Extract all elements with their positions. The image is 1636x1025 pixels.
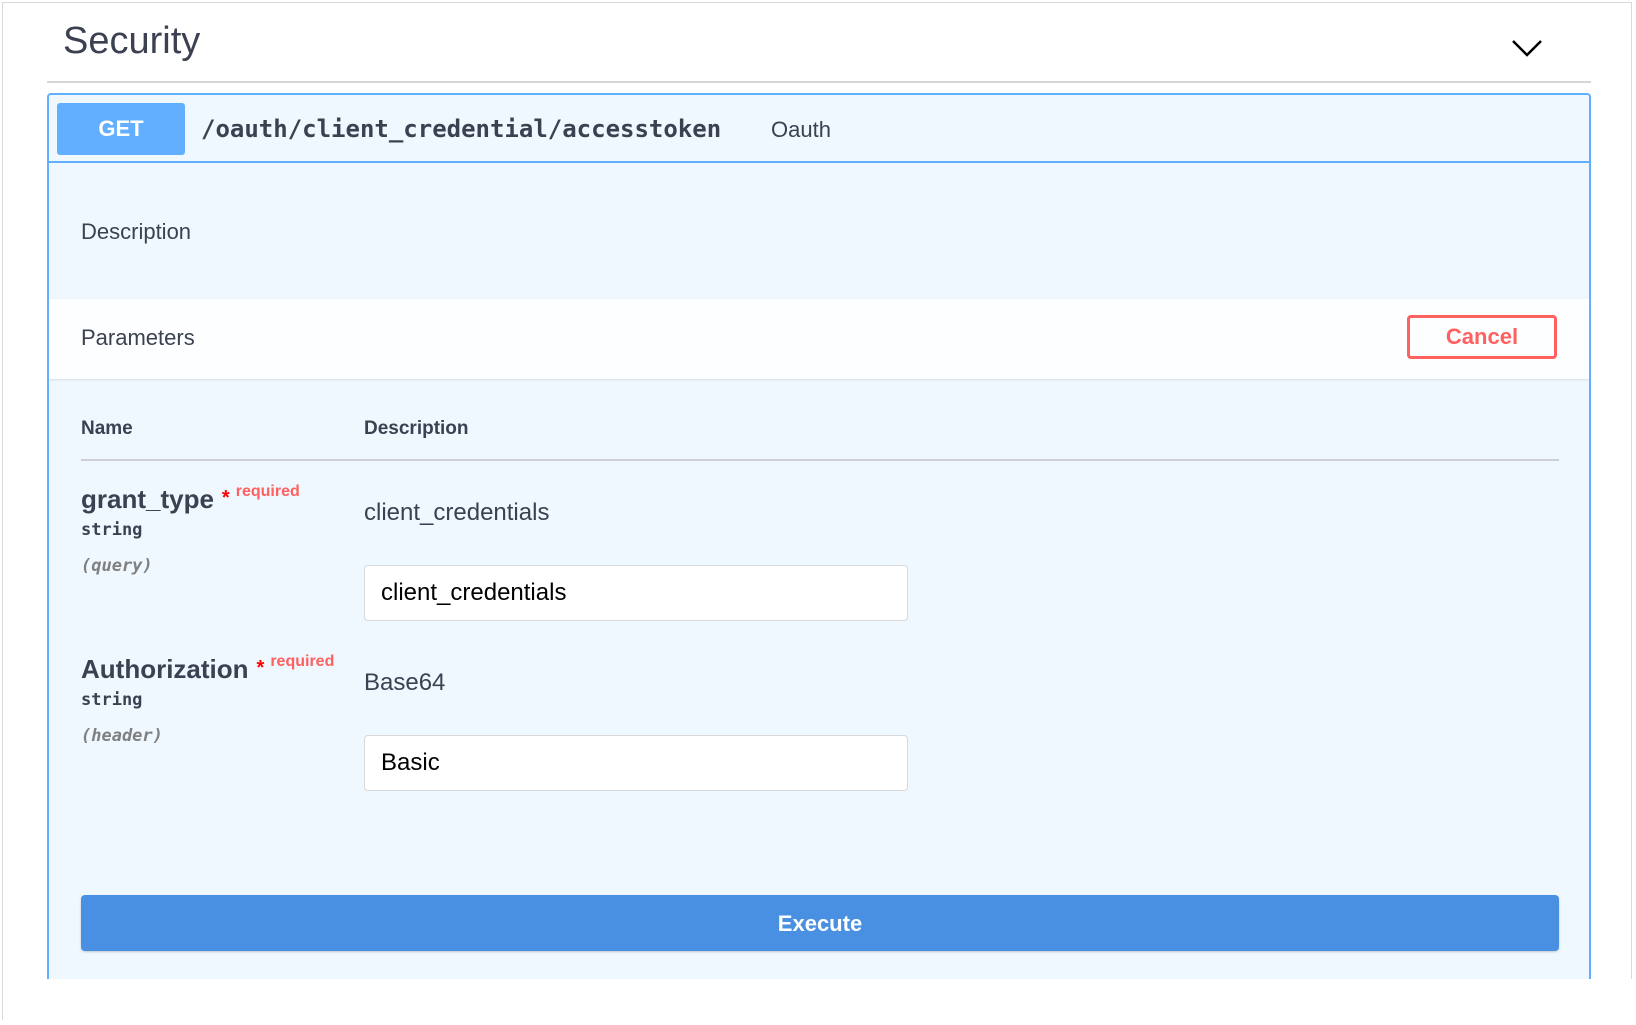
- http-method-badge: GET: [57, 103, 185, 155]
- cancel-button[interactable]: Cancel: [1407, 315, 1557, 359]
- chevron-down-icon[interactable]: [1507, 29, 1547, 65]
- parameters-table-header: Name Description: [81, 415, 1559, 461]
- parameter-description: client_credentials: [364, 499, 550, 526]
- description-label: Description: [81, 219, 192, 244]
- authorization-input[interactable]: [364, 735, 908, 791]
- required-star: *: [256, 657, 265, 679]
- column-header-description: Description: [364, 418, 469, 439]
- parameter-location: (query): [81, 556, 153, 576]
- required-label: required: [270, 653, 335, 670]
- parameter-row-grant-type: grant_type * required string (query) clien…: [81, 475, 1559, 645]
- operation-block: GET /oauth/client_credential/accesstoken…: [47, 93, 1591, 1023]
- required-label: required: [235, 483, 300, 500]
- section-header[interactable]: Security: [47, 3, 1591, 83]
- endpoint-path: /oauth/client_credential/accesstoken: [201, 115, 722, 143]
- grant-type-input[interactable]: [364, 565, 908, 621]
- parameter-name-text: Authorization: [81, 654, 249, 684]
- column-header-name: Name: [81, 418, 133, 439]
- description-area: Description: [49, 163, 1589, 299]
- parameters-label: Parameters: [81, 325, 195, 350]
- parameter-type: string: [81, 690, 143, 710]
- parameter-location: (header): [81, 726, 163, 746]
- operation-summary[interactable]: GET /oauth/client_credential/accesstoken…: [49, 95, 1589, 163]
- required-star: *: [221, 487, 230, 509]
- parameter-name: Authorization * required: [81, 645, 334, 686]
- parameter-row-authorization: Authorization * required string (header) B…: [81, 645, 1559, 815]
- parameter-description: Base64: [364, 669, 446, 696]
- operation-summary-text: Oauth: [771, 117, 831, 142]
- security-section: Security GET /oauth/client_credential/ac…: [2, 2, 1633, 1025]
- parameter-name: grant_type * required: [81, 475, 300, 516]
- section-title: Security: [63, 20, 201, 62]
- bottom-spacer: [3, 979, 1633, 1025]
- parameter-type: string: [81, 520, 143, 540]
- execute-button[interactable]: Execute: [81, 895, 1559, 951]
- parameter-name-text: grant_type: [81, 484, 214, 514]
- parameters-header: Parameters Cancel: [49, 299, 1589, 379]
